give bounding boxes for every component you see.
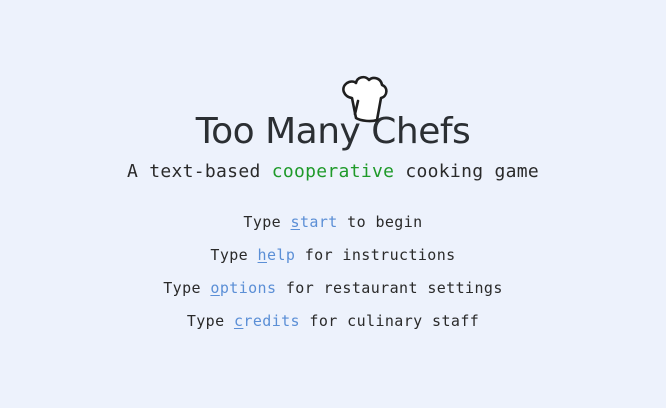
start-command-link[interactable]: start [291, 213, 338, 231]
subtitle-prefix: A text-based [126, 161, 272, 182]
start-command-rest: tart [299, 213, 338, 231]
game-title: Too Many Chefs [195, 111, 471, 152]
menu-prefix: Type [210, 246, 258, 264]
chef-hat-icon [342, 75, 388, 123]
options-command-link[interactable]: options [210, 279, 276, 297]
menu-suffix: for restaurant settings [276, 279, 503, 297]
title-block: Too Many Chefs [0, 106, 666, 158]
menu-line-options: Type options for restaurant settings [0, 277, 666, 310]
menu-prefix: Type [163, 279, 211, 297]
menu-prefix: Type [186, 312, 234, 330]
menu-line-credits: Type credits for culinary staff [0, 310, 666, 343]
menu-suffix: for instructions [295, 246, 456, 264]
menu-suffix: for culinary staff [300, 312, 480, 330]
help-command-link[interactable]: help [258, 246, 296, 264]
menu-line-help: Type help for instructions [0, 244, 666, 277]
subtitle: A text-based cooperative cooking game [0, 160, 666, 184]
command-menu: Type start to begin Type help for instru… [0, 211, 666, 343]
credits-command-initial: c [233, 312, 244, 330]
credits-command-link[interactable]: credits [234, 312, 300, 330]
options-command-rest: ptions [219, 279, 277, 297]
start-command-initial: s [290, 213, 300, 231]
menu-line-start: Type start to begin [0, 211, 666, 244]
credits-command-rest: redits [243, 312, 300, 330]
title-screen: Too Many Chefs A text-based cooperative … [0, 0, 666, 408]
help-command-rest: elp [266, 246, 296, 264]
subtitle-accent-word: cooperative [271, 161, 395, 182]
menu-suffix: to begin [337, 213, 423, 231]
options-command-initial: o [210, 279, 220, 297]
subtitle-suffix: cooking game [394, 161, 540, 182]
help-command-initial: h [257, 246, 267, 264]
menu-prefix: Type [243, 213, 291, 231]
